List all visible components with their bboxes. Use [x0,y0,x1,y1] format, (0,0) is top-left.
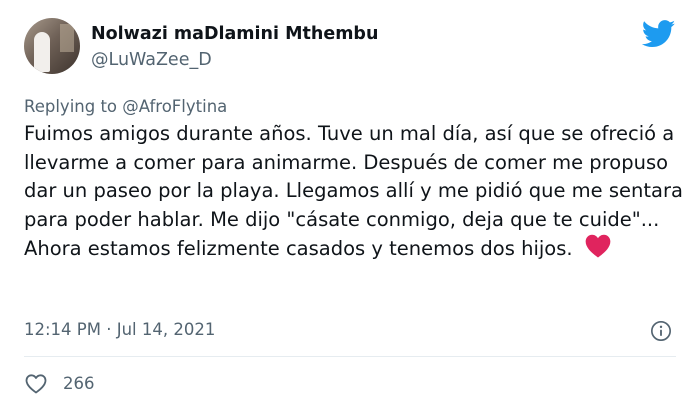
replying-prefix: Replying to [24,97,123,116]
tweet-card: Nolwazi maDlamini Mthembu @LuWaZee_D Rep… [0,0,700,411]
tweet-body: Fuimos amigos durante años. Tuve un mal … [24,120,684,264]
author-handle[interactable]: @LuWaZee_D [91,50,212,70]
avatar-figure [34,32,50,72]
author-display-name[interactable]: Nolwazi maDlamini Mthembu [91,24,378,44]
avatar[interactable] [24,18,80,74]
replying-to-line: Replying to @AfroFlytina [24,97,227,116]
info-icon[interactable] [650,320,672,342]
tweet-timestamp[interactable]: 12:14 PM · Jul 14, 2021 [24,320,215,339]
twitter-bird-icon[interactable] [642,20,676,48]
avatar-background-detail [60,24,74,52]
heart-outline-icon[interactable] [24,372,48,396]
divider [24,356,676,357]
reply-mention-link[interactable]: @AfroFlytina [122,97,227,116]
like-count: 266 [63,374,95,393]
red-heart-emoji-icon [585,235,611,258]
